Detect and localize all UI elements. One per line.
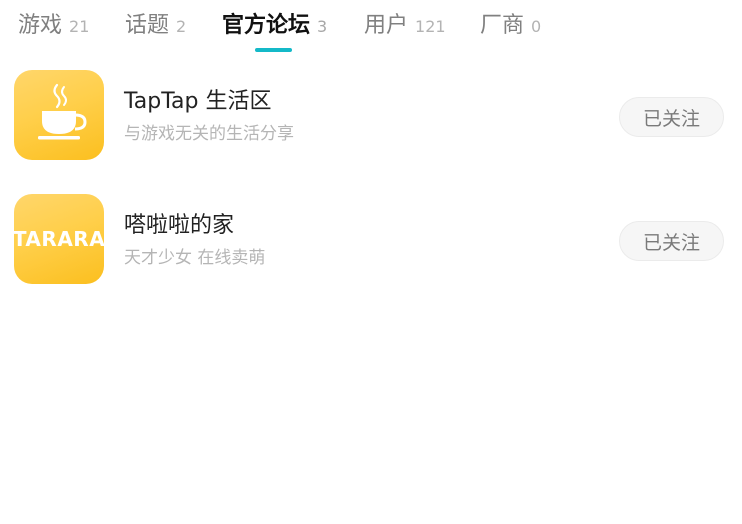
tab-topics[interactable]: 话题 2	[125, 10, 186, 44]
followed-button[interactable]: 已关注	[619, 221, 724, 261]
forum-avatar	[14, 70, 104, 160]
forum-avatar: TARARA	[14, 194, 104, 284]
category-tabs: 游戏 21 话题 2 官方论坛 3 用户 121 厂商 0	[0, 0, 742, 56]
tab-count: 2	[176, 17, 187, 36]
tab-games[interactable]: 游戏 21	[18, 10, 89, 44]
tab-count: 3	[317, 17, 328, 36]
forum-subtitle: 与游戏无关的生活分享	[124, 124, 294, 144]
forum-subtitle: 天才少女 在线卖萌	[124, 248, 266, 268]
tab-count: 121	[415, 17, 446, 36]
tab-label: 游戏	[18, 13, 63, 38]
followed-button[interactable]: 已关注	[619, 97, 724, 137]
forum-row-taptap-life[interactable]: TapTap 生活区 与游戏无关的生活分享 已关注	[0, 70, 742, 160]
tarara-logo: TARARA	[14, 227, 104, 251]
active-tab-indicator	[255, 48, 292, 52]
tab-count: 21	[69, 17, 90, 36]
coffee-cup-icon	[38, 83, 87, 140]
forum-title: 嗒啦啦的家	[124, 213, 235, 238]
tab-vendors[interactable]: 厂商 0	[480, 10, 541, 44]
tab-count: 0	[531, 17, 542, 36]
tab-official-forums[interactable]: 官方论坛 3	[222, 10, 327, 44]
forum-title: TapTap 生活区	[124, 89, 272, 114]
tab-label: 官方论坛	[222, 13, 311, 38]
tab-users[interactable]: 用户 121	[364, 10, 446, 44]
tab-label: 用户	[364, 13, 409, 38]
forum-row-tarara-home[interactable]: TARARA 嗒啦啦的家 天才少女 在线卖萌 已关注	[0, 194, 742, 284]
tab-label: 话题	[125, 13, 170, 38]
tab-label: 厂商	[480, 13, 525, 38]
